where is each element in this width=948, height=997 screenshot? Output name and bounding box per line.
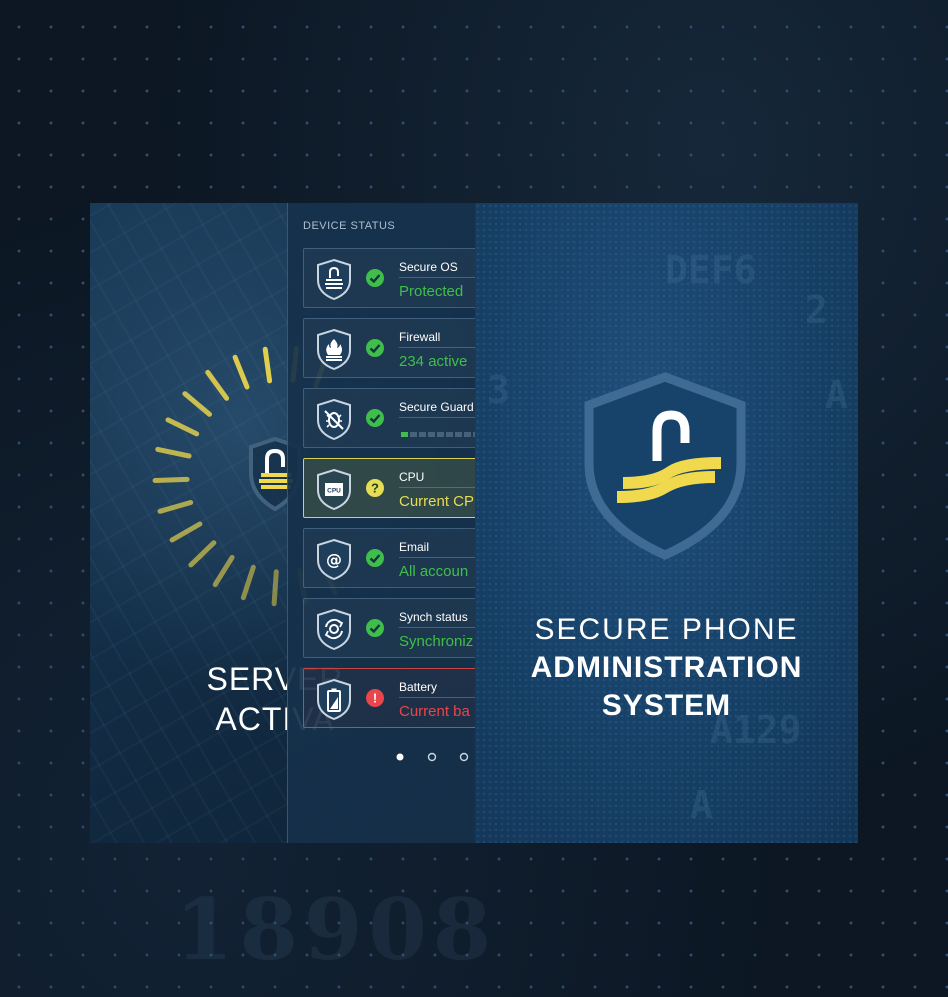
progress-segment <box>464 432 471 437</box>
spinner-tick <box>152 476 190 483</box>
bg-hex-glyphs: A <box>825 373 848 417</box>
status-divider <box>399 557 476 558</box>
title-line-1: SECURE PHONE <box>534 613 799 646</box>
bg-hex-glyphs: A <box>690 783 713 827</box>
page-dot-1[interactable] <box>396 753 404 761</box>
svg-text:?: ? <box>371 481 379 496</box>
sync-shield-icon <box>317 608 351 650</box>
status-value: Current ba <box>399 703 470 720</box>
progress-segment <box>455 432 462 437</box>
spinner-tick <box>169 521 203 543</box>
status-label: Email <box>399 540 430 554</box>
status-divider <box>399 627 476 628</box>
status-divider <box>399 697 476 698</box>
status-card-email[interactable]: @ Email All accoun <box>303 528 476 588</box>
lock-shield-icon <box>317 258 351 300</box>
cpu-chip-text: CPU <box>327 488 341 495</box>
shield-lock-icon <box>584 372 746 560</box>
status-label: Secure OS <box>399 260 458 274</box>
status-label: Firewall <box>399 330 441 344</box>
spinner-tick <box>232 354 250 390</box>
progress-segment <box>437 432 444 437</box>
scan-progress-bar <box>401 432 476 437</box>
status-divider <box>399 417 476 418</box>
progress-segment <box>410 432 417 437</box>
alert-icon: ! <box>366 689 384 707</box>
status-value: Synchroniz <box>399 633 474 650</box>
spinner-tick <box>262 346 273 384</box>
progress-segment <box>428 432 435 437</box>
status-value: All accoun <box>399 563 469 580</box>
page-dot-2[interactable] <box>427 752 437 762</box>
spinner-tick <box>157 500 194 514</box>
battery-shield-icon <box>317 678 351 720</box>
status-divider <box>399 277 476 278</box>
check-icon <box>366 549 384 567</box>
bg-hex-glyphs: DEF6 <box>665 248 757 292</box>
status-divider <box>399 487 476 488</box>
title-line-2: ADMINISTRATION <box>530 651 803 684</box>
email-shield-icon: @ <box>317 538 351 580</box>
status-card-secure-os[interactable]: Secure OS Protected <box>303 248 476 308</box>
progress-segment <box>401 432 408 437</box>
bg-hex-glyphs: 2 <box>805 288 828 332</box>
status-value: Protected <box>399 283 464 300</box>
page-dot-3[interactable] <box>459 752 469 762</box>
device-status-header: DEVICE STATUS <box>303 220 396 232</box>
spinner-tick <box>165 417 200 437</box>
product-title: SECURE PHONE ADMINISTRATION SYSTEM <box>475 611 858 725</box>
status-card-battery[interactable]: ! Battery Current ba <box>303 668 476 728</box>
check-icon <box>366 269 384 287</box>
status-divider <box>399 347 476 348</box>
check-icon <box>366 619 384 637</box>
status-list: Secure OS Protected Firewall 234 active <box>303 248 476 738</box>
device-status-panel: DEVICE STATUS Secure OS Protected Firewa… <box>287 203 476 843</box>
check-icon <box>366 339 384 357</box>
alert-glyph: ! <box>373 691 377 706</box>
spinner-tick <box>271 569 279 607</box>
status-card-synch-status[interactable]: Synch status Synchroniz <box>303 598 476 658</box>
spinner-tick <box>212 554 235 588</box>
email-glyph: @ <box>326 550 342 569</box>
spinner-tick <box>240 564 256 601</box>
status-label: CPU <box>399 470 425 484</box>
status-label: Secure Guard <box>399 400 474 414</box>
question-icon: ? <box>366 479 384 497</box>
cpu-shield-icon: CPU <box>317 468 351 510</box>
spinner-tick <box>182 391 212 417</box>
spinner-tick <box>155 446 192 459</box>
status-card-cpu[interactable]: CPU ? CPU Current CP <box>303 458 476 518</box>
progress-segment <box>419 432 426 437</box>
status-label: Battery <box>399 680 438 694</box>
progress-segment <box>446 432 453 437</box>
background-digits: 18908 <box>175 880 498 979</box>
bug-shield-icon <box>317 398 351 440</box>
spinner-tick <box>188 540 217 568</box>
status-value: 234 active <box>399 353 468 370</box>
status-label: Synch status <box>399 610 468 624</box>
firewall-shield-icon <box>317 328 351 370</box>
spinner-tick <box>205 369 230 401</box>
status-card-firewall[interactable]: Firewall 234 active <box>303 318 476 378</box>
status-card-secure-guard[interactable]: Secure Guard <box>303 388 476 448</box>
bg-hex-glyphs: 3 <box>487 368 510 412</box>
check-icon <box>366 409 384 427</box>
secure-phone-splash-screen: DEF6 2 3 A A129 A SECURE PHONE ADMINISTR… <box>475 203 858 843</box>
title-line-3: SYSTEM <box>601 689 732 722</box>
page-indicator <box>396 752 469 762</box>
status-value: Current CP <box>399 493 475 510</box>
